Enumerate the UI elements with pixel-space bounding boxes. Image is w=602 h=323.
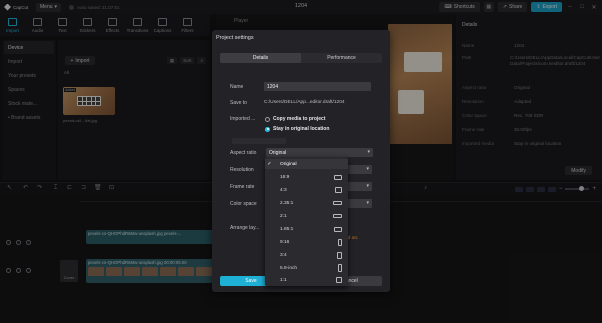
arrange-layers-label: Arrange lay...	[230, 225, 260, 231]
stay-original-option[interactable]: Stay in original location	[265, 126, 329, 132]
aspect-option-1-1[interactable]: 1:1	[265, 275, 348, 285]
aspect-option-2-1[interactable]: 2:1	[265, 211, 348, 221]
landscape-ratio-icon	[334, 174, 342, 180]
copy-media-option[interactable]: Copy media to project	[265, 116, 326, 122]
resolution-label: Resolution	[230, 167, 254, 173]
radio-button[interactable]	[265, 116, 270, 122]
copy-media-label: Copy media to project	[273, 116, 326, 122]
aspect-option-5-8-inch[interactable]: 5.8-inch	[265, 263, 348, 273]
aspect-option-3-4[interactable]: 3:4	[265, 250, 348, 260]
divider	[232, 138, 286, 144]
aspect-ratio-select[interactable]: Original ▾	[266, 148, 373, 157]
aspect-ratio-value: Original	[269, 149, 287, 156]
chevron-down-icon: ▾	[367, 149, 370, 155]
phone-ratio-icon	[338, 264, 342, 272]
project-name-input[interactable]: 1204	[264, 82, 371, 91]
chevron-down-icon: ▾	[366, 183, 369, 189]
check-icon: ✓	[267, 161, 272, 167]
tab-performance[interactable]: Performance	[301, 53, 382, 63]
aspect-option-1-85-1[interactable]: 1.85:1	[265, 224, 348, 234]
option-label: 5.8-inch	[280, 265, 298, 271]
chevron-down-icon: ▾	[366, 166, 369, 172]
aspect-ratio-dropdown: ✓ Original 16:9 4:3 2.35:1 2:1 1.85:1 9:…	[265, 157, 348, 286]
tab-details[interactable]: Details	[220, 53, 301, 63]
landscape-ratio-icon	[335, 187, 342, 193]
stay-original-label: Stay in original location	[273, 126, 330, 132]
save-to-label: Save to	[230, 100, 247, 106]
option-label: Original	[280, 161, 297, 167]
aspect-option-4-3[interactable]: 4:3	[265, 185, 348, 195]
name-label: Name	[230, 84, 244, 90]
color-space-label: Color space	[230, 201, 257, 207]
option-label: 9:16	[280, 239, 290, 245]
aspect-option-2-35-1[interactable]: 2.35:1	[265, 198, 348, 208]
portrait-ratio-icon	[337, 251, 342, 259]
landscape-ratio-icon	[334, 226, 342, 232]
portrait-ratio-icon	[338, 238, 342, 246]
settings-tabs: Details Performance	[220, 53, 382, 63]
chevron-down-icon: ▾	[366, 200, 369, 206]
aspect-ratio-label: Aspect ratio	[230, 150, 257, 156]
frame-rate-label: Frame rate	[230, 184, 255, 190]
widescreen-ratio-icon	[333, 214, 342, 218]
radio-button-selected[interactable]	[265, 126, 270, 132]
imported-media-label: Imported ...	[230, 116, 256, 122]
square-ratio-icon	[336, 277, 342, 283]
aspect-option-16-9[interactable]: 16:9	[265, 172, 348, 182]
aspect-option-original[interactable]: ✓ Original	[265, 159, 348, 169]
aspect-option-9-16[interactable]: 9:16	[265, 237, 348, 247]
dialog-title: Project settings	[216, 35, 254, 41]
widescreen-ratio-icon	[333, 201, 342, 205]
save-path-value: C:/Users/DELL/App...editor.draft/1204	[264, 100, 345, 105]
